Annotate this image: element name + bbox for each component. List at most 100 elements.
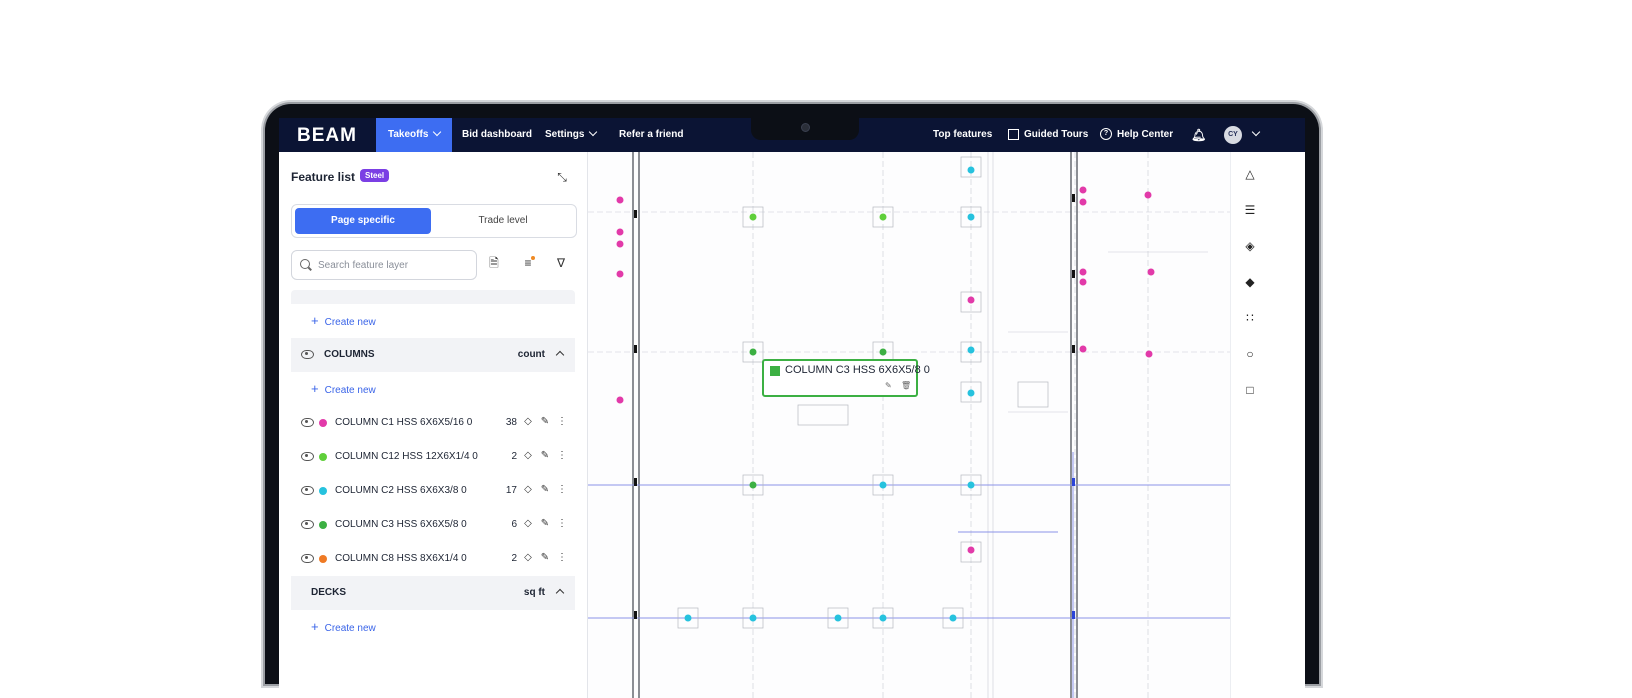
item-count: 2: [511, 451, 517, 462]
camera-icon: [801, 123, 810, 132]
tab-settings-label: Settings: [545, 129, 585, 140]
color-dot: [319, 453, 327, 461]
search-input[interactable]: [316, 256, 470, 274]
eye-icon[interactable]: [301, 554, 314, 563]
app-logo[interactable]: BEAM: [297, 125, 357, 147]
list-item[interactable]: COLUMN C8 HSS 8X6X1/4 0 2 ◇ ✎ ⋮: [291, 542, 575, 576]
create-new-label: Create new: [324, 385, 376, 396]
item-count: 2: [511, 553, 517, 564]
create-new-label: Create new: [324, 623, 376, 634]
avatar-menu[interactable]: [1247, 118, 1261, 152]
edit-icon[interactable]: ✎: [540, 451, 550, 461]
more-icon[interactable]: ⋮: [557, 417, 567, 427]
laptop-frame: BEAM Takeoffs Bid dashboard Settings Ref…: [265, 104, 1319, 698]
item-name: COLUMN C1 HSS 6X6X5/16 0: [335, 417, 473, 428]
eye-icon[interactable]: [301, 350, 314, 359]
item-name: COLUMN C12 HSS 12X6X1/4 0: [335, 451, 478, 462]
feature-sidebar: Feature list Steel ⤡ Page specific Trade…: [279, 152, 588, 698]
delete-icon[interactable]: 🗑︎: [901, 381, 911, 390]
help-center-link[interactable]: ? Help Center: [1100, 118, 1173, 152]
chevron-up-icon[interactable]: [555, 588, 565, 598]
filter-icon[interactable]: ∇: [553, 255, 569, 271]
collapse-icon[interactable]: ⤡: [555, 170, 569, 184]
pages-icon[interactable]: □: [1243, 383, 1257, 397]
map-icon: [1008, 128, 1019, 140]
item-name: COLUMN C3 HSS 6X6X5/8 0: [335, 519, 467, 530]
sort-icon[interactable]: ≡: [520, 255, 536, 271]
tab-refer-friend[interactable]: Refer a friend: [619, 118, 683, 152]
target-icon[interactable]: ◇: [523, 451, 533, 461]
edit-icon[interactable]: ✎: [540, 417, 550, 427]
list-item[interactable]: COLUMN C2 HSS 6X6X3/8 0 17 ◇ ✎ ⋮: [291, 474, 575, 508]
tab-takeoffs[interactable]: Takeoffs: [376, 118, 453, 152]
scope-toggle: Page specific Trade level: [291, 204, 577, 238]
feature-tooltip[interactable]: COLUMN C3 HSS 6X6X5/8 0 ✎ 🗑︎: [762, 359, 930, 397]
target-icon[interactable]: ◇: [523, 485, 533, 495]
chevron-up-icon[interactable]: [555, 350, 565, 360]
chevron-down-icon: [1251, 127, 1261, 137]
more-icon[interactable]: ⋮: [557, 485, 567, 495]
page-specific-button[interactable]: Page specific: [295, 208, 431, 234]
more-icon[interactable]: ⋮: [557, 519, 567, 529]
comment-icon[interactable]: ○: [1243, 347, 1257, 361]
edit-icon[interactable]: ✎: [885, 381, 892, 390]
target-icon[interactable]: ◇: [523, 519, 533, 529]
group-decks[interactable]: DECKS sq ft: [291, 576, 575, 610]
list-item[interactable]: COLUMN C12 HSS 12X6X1/4 0 2 ◇ ✎ ⋮: [291, 440, 575, 474]
create-new-label: Create new: [324, 317, 376, 328]
tab-bid-dashboard[interactable]: Bid dashboard: [462, 118, 532, 152]
top-features-link[interactable]: Top features: [933, 118, 992, 152]
item-count: 17: [505, 485, 517, 496]
more-icon[interactable]: ⋮: [557, 553, 567, 563]
create-new-button[interactable]: + Create new: [291, 304, 575, 338]
target-icon[interactable]: ◇: [523, 417, 533, 427]
trade-level-button[interactable]: Trade level: [435, 208, 571, 234]
eye-icon[interactable]: [301, 520, 314, 529]
eye-icon[interactable]: [301, 486, 314, 495]
guided-tours-label: Guided Tours: [1024, 129, 1089, 140]
app-screen: BEAM Takeoffs Bid dashboard Settings Ref…: [279, 118, 1305, 698]
avatar[interactable]: CY: [1224, 126, 1242, 144]
edit-icon[interactable]: ✎: [540, 553, 550, 563]
list-item[interactable]: COLUMN C3 HSS 6X6X5/8 0 6 ◇ ✎ ⋮: [291, 508, 575, 542]
list-item[interactable]: COLUMN C1 HSS 6X6X5/16 0 38 ◇ ✎ ⋮: [291, 406, 575, 440]
grid-icon[interactable]: ∷: [1243, 311, 1257, 325]
feature-list: + Create new COLUMNS count + Create new CO…: [291, 290, 575, 698]
layers-icon[interactable]: ◆: [1243, 275, 1257, 289]
edit-icon[interactable]: ✎: [540, 519, 550, 529]
tab-settings[interactable]: Settings: [545, 118, 598, 152]
color-dot: [319, 419, 327, 427]
plus-icon: +: [311, 619, 319, 634]
group-columns[interactable]: COLUMNS count: [291, 338, 575, 372]
item-count: 38: [505, 417, 517, 428]
more-icon[interactable]: ⋮: [557, 451, 567, 461]
tag-icon[interactable]: ◈: [1243, 239, 1257, 253]
blueprint-canvas[interactable]: COLUMN C3 HSS 6X6X5/8 0 ✎ 🗑︎: [588, 152, 1230, 698]
group-unit: count: [517, 349, 545, 360]
color-dot: [319, 555, 327, 563]
item-name: COLUMN C2 HSS 6X6X3/8 0: [335, 485, 467, 496]
create-new-button[interactable]: + Create new: [291, 610, 575, 644]
bell-icon[interactable]: 🔔︎: [1191, 118, 1206, 152]
target-icon[interactable]: ◇: [523, 553, 533, 563]
edit-icon[interactable]: ✎: [540, 485, 550, 495]
group-unit: sq ft: [523, 587, 545, 598]
tooltip-label: COLUMN C3 HSS 6X6X5/8 0: [785, 364, 930, 376]
document-icon[interactable]: 🗎: [486, 255, 502, 271]
create-new-button[interactable]: + Create new: [291, 372, 575, 406]
chevron-down-icon: [433, 127, 442, 137]
shapes-icon[interactable]: △: [1243, 167, 1257, 181]
plus-icon: +: [311, 381, 319, 396]
help-center-label: Help Center: [1117, 129, 1174, 140]
eye-icon[interactable]: [301, 418, 314, 427]
trade-badge: Steel: [360, 169, 390, 182]
item-count: 6: [511, 519, 517, 530]
notes-icon[interactable]: ☰: [1243, 203, 1257, 217]
eye-icon[interactable]: [301, 452, 314, 461]
notification-dot: [531, 256, 535, 260]
color-dot: [319, 487, 327, 495]
group-name: DECKS: [311, 587, 347, 598]
guided-tours-link[interactable]: Guided Tours: [1008, 118, 1088, 152]
search-icon: [300, 259, 310, 269]
item-name: COLUMN C8 HSS 8X6X1/4 0: [335, 553, 467, 564]
